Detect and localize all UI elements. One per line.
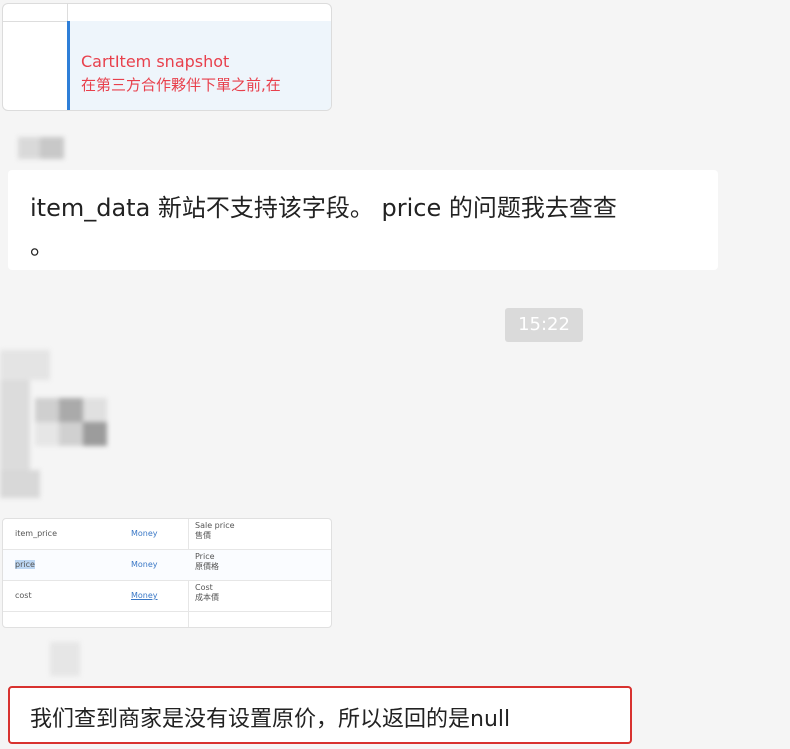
message-bubble-highlighted[interactable]: 我们查到商家是没有设置原价，所以返回的是null <box>8 686 632 744</box>
cartitem-title: CartItem snapshot <box>81 52 230 71</box>
field-description: Sale price 售價 <box>195 521 235 540</box>
field-description: Cost 成本價 <box>195 583 219 602</box>
screenshot-field-table[interactable]: item_price Money Sale price 售價 price Mone… <box>2 518 332 628</box>
field-type-link: Money <box>131 591 158 600</box>
field-name-highlighted: price <box>15 560 35 569</box>
message-text-continued: 。 <box>30 232 54 260</box>
field-type: Money <box>131 529 158 538</box>
field-name: item_price <box>15 529 57 538</box>
avatar[interactable] <box>10 135 70 165</box>
field-description: Price 原價格 <box>195 552 219 571</box>
avatar[interactable] <box>0 350 135 510</box>
field-name: cost <box>15 591 32 600</box>
table-row: cost Money Cost 成本價 <box>3 581 331 612</box>
table-row: price Money Price 原價格 <box>3 550 331 581</box>
screenshot-cartitem[interactable]: CartItem snapshot 在第三方合作夥伴下單之前,在 <box>2 3 332 111</box>
message-text: 我们查到商家是没有设置原价，所以返回的是null <box>30 707 511 732</box>
table-row: item_price Money Sale price 售價 <box>3 519 331 550</box>
timestamp: 15:22 <box>505 308 583 342</box>
field-type: Money <box>131 560 158 569</box>
avatar[interactable] <box>30 640 90 680</box>
cartitem-description: 在第三方合作夥伴下單之前,在 <box>81 76 281 94</box>
message-text: item_data 新站不支持该字段。 price 的问题我去查查 <box>30 194 617 222</box>
message-bubble[interactable]: item_data 新站不支持该字段。 price 的问题我去查查 。 <box>8 170 718 270</box>
